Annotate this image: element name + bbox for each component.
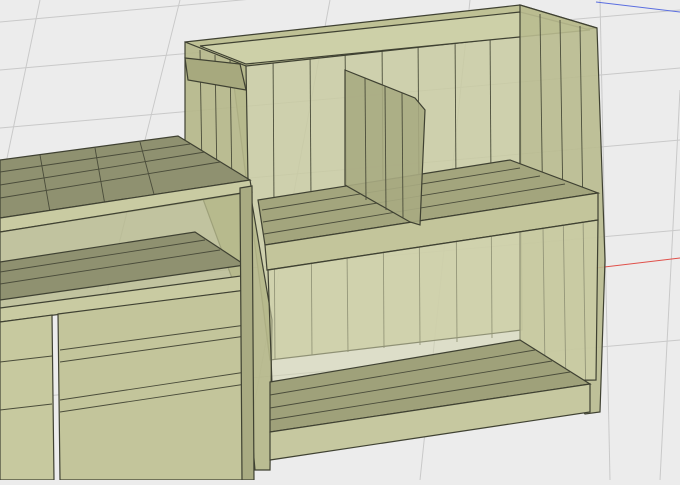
low-cabinet-right-post [239,185,255,481]
y-axis-line [595,1,680,13]
low-cabinet[interactable] [0,135,255,481]
3d-viewport[interactable] [0,0,680,481]
low-cabinet-door-right[interactable] [57,289,247,481]
low-cabinet-door-left[interactable] [0,314,55,481]
viewport-canvas[interactable] [0,0,680,481]
x-axis-line [595,257,680,269]
